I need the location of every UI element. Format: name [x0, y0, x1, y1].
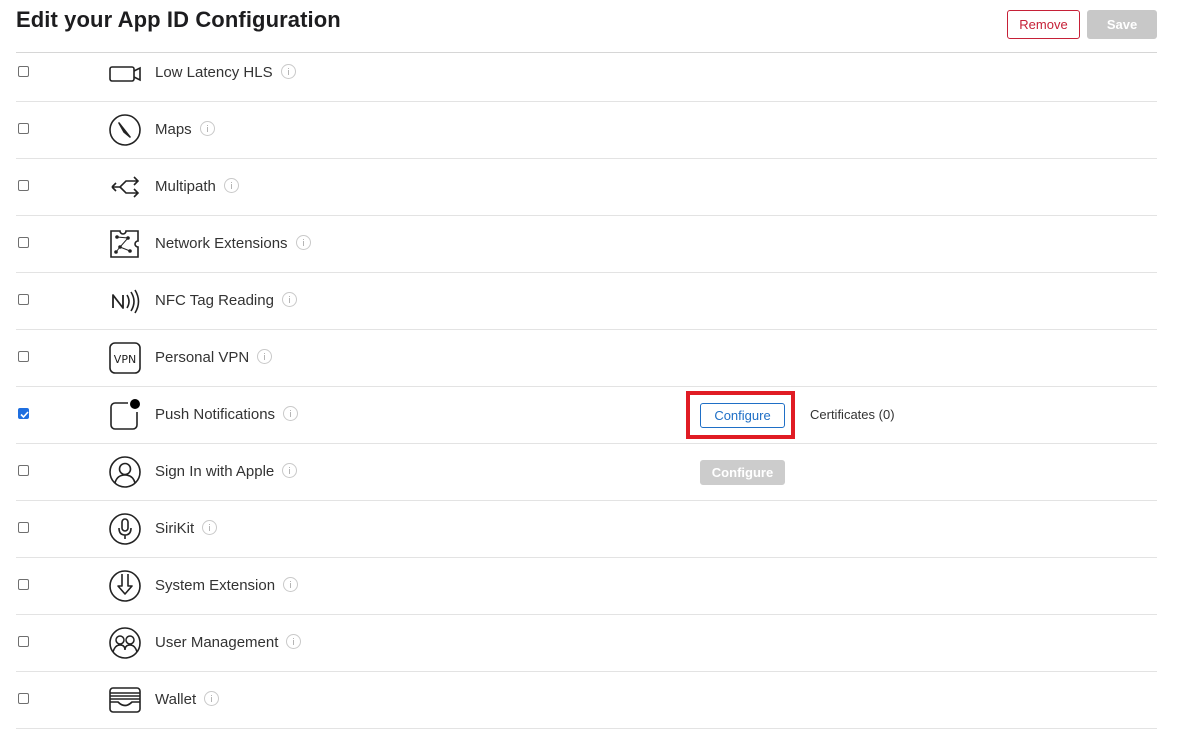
system-extension-icon	[109, 570, 141, 602]
capability-name: Push Notifications	[155, 406, 299, 423]
capability-name: Low Latency HLS	[155, 64, 296, 81]
multipath-arrows-icon	[111, 176, 140, 198]
users-icon	[109, 627, 141, 659]
capability-name: Wallet	[155, 691, 220, 708]
info-icon[interactable]	[223, 178, 239, 193]
capability-row-personal-vpn: VPN Personal VPN	[16, 330, 1157, 387]
capability-row-push-notifications: Push Notifications Configure Certificate…	[16, 387, 1157, 444]
capability-row-network-extensions: Network Extensions	[16, 216, 1157, 273]
info-icon[interactable]	[283, 577, 299, 592]
capability-name: System Extension	[155, 577, 299, 594]
vpn-icon: VPN	[109, 342, 141, 374]
capability-row-maps: Maps	[16, 102, 1157, 159]
capabilities-list: Low Latency HLS Maps Multipath Network E…	[16, 45, 1157, 729]
nfc-tag-reading-checkbox[interactable]	[18, 294, 29, 305]
capability-row-wallet: Wallet	[16, 672, 1157, 729]
capability-name: Network Extensions	[155, 235, 311, 252]
page-title: Edit your App ID Configuration	[16, 7, 341, 32]
user-management-checkbox[interactable]	[18, 636, 29, 647]
network-extensions-checkbox[interactable]	[18, 237, 29, 248]
capability-row-low-latency-hls: Low Latency HLS	[16, 45, 1157, 102]
capability-name: Multipath	[155, 178, 239, 195]
info-icon[interactable]	[283, 406, 299, 421]
capability-name: SiriKit	[155, 520, 218, 537]
capability-name: Personal VPN	[155, 349, 273, 366]
svg-text:VPN: VPN	[114, 353, 136, 366]
info-icon[interactable]	[202, 520, 218, 535]
sirikit-checkbox[interactable]	[18, 522, 29, 533]
push-notification-icon	[110, 399, 140, 430]
info-icon[interactable]	[282, 463, 298, 478]
capability-row-nfc-tag-reading: NFC Tag Reading	[16, 273, 1157, 330]
sign-in-with-apple-checkbox[interactable]	[18, 465, 29, 476]
checkmark-icon	[20, 411, 29, 419]
info-icon[interactable]	[204, 691, 220, 706]
nfc-icon	[112, 289, 140, 314]
capability-name: User Management	[155, 634, 302, 651]
compass-icon	[109, 114, 141, 146]
microphone-icon	[109, 513, 141, 545]
remove-button[interactable]: Remove	[1007, 10, 1080, 39]
capability-name: NFC Tag Reading	[155, 292, 297, 309]
video-camera-icon	[109, 66, 141, 82]
wallet-checkbox[interactable]	[18, 693, 29, 704]
capability-row-user-management: User Management	[16, 615, 1157, 672]
push-notifications-configure-button[interactable]: Configure	[700, 403, 785, 428]
capability-row-sign-in-with-apple: Sign In with Apple Configure	[16, 444, 1157, 501]
capability-row-sirikit: SiriKit	[16, 501, 1157, 558]
low-latency-hls-checkbox[interactable]	[18, 66, 29, 77]
info-icon[interactable]	[295, 235, 311, 250]
person-icon	[109, 456, 141, 488]
capability-row-multipath: Multipath	[16, 159, 1157, 216]
certificates-count: Certificates (0)	[810, 407, 895, 422]
sign-in-with-apple-configure-button[interactable]: Configure	[700, 460, 785, 485]
wallet-icon	[109, 687, 141, 713]
info-icon[interactable]	[280, 64, 296, 79]
capability-name: Maps	[155, 121, 215, 138]
save-button[interactable]: Save	[1087, 10, 1157, 39]
app-id-configuration-page: Edit your App ID Configuration Remove Sa…	[0, 0, 1178, 734]
info-icon[interactable]	[281, 292, 297, 307]
multipath-checkbox[interactable]	[18, 180, 29, 191]
push-notifications-checkbox[interactable]	[18, 408, 29, 419]
info-icon[interactable]	[257, 349, 273, 364]
info-icon[interactable]	[286, 634, 302, 649]
network-extension-icon	[110, 230, 139, 258]
info-icon[interactable]	[199, 121, 215, 136]
system-extension-checkbox[interactable]	[18, 579, 29, 590]
personal-vpn-checkbox[interactable]	[18, 351, 29, 362]
capability-row-system-extension: System Extension	[16, 558, 1157, 615]
capability-name: Sign In with Apple	[155, 463, 298, 480]
maps-checkbox[interactable]	[18, 123, 29, 134]
